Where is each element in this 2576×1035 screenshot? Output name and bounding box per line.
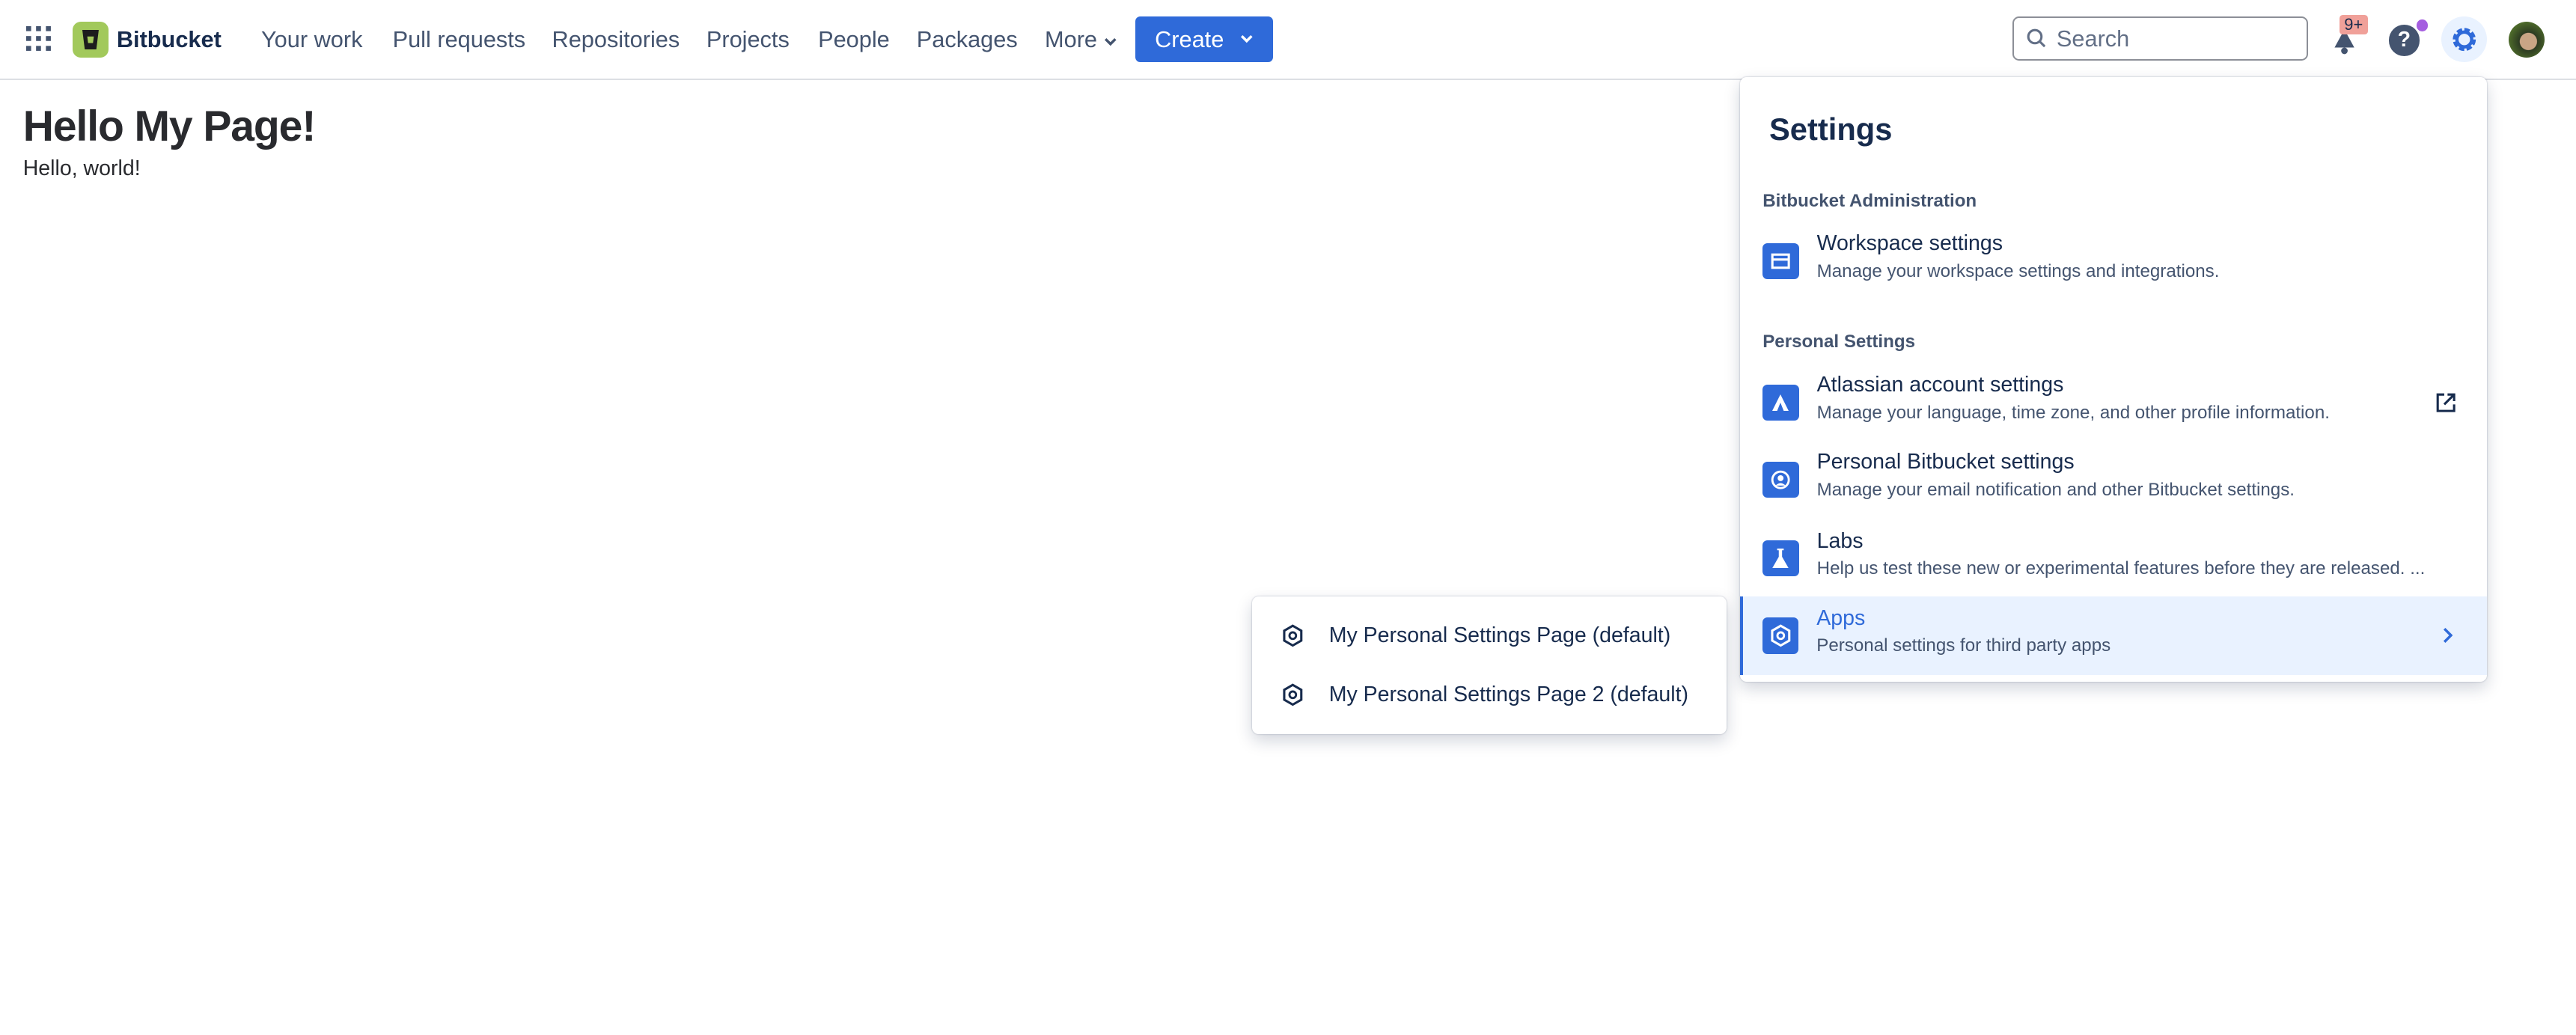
nav-your-work[interactable]: Your work [261, 26, 362, 53]
help-icon[interactable]: ? [2389, 25, 2420, 56]
settings-item-workspace[interactable]: Workspace settings Manage your workspace… [1740, 222, 2488, 300]
item-title: Atlassian account settings [1817, 373, 2064, 397]
item-title: Personal Bitbucket settings [1817, 450, 2075, 474]
atlassian-logo-icon [1762, 385, 1798, 421]
search-placeholder: Search [2057, 25, 2129, 52]
chevron-down-icon [1104, 37, 1117, 47]
item-description: Manage your email notification and other… [1817, 480, 2295, 501]
nav-people[interactable]: People [818, 26, 890, 53]
create-label: Create [1155, 26, 1224, 53]
bitbucket-logo-icon[interactable] [73, 22, 109, 58]
submenu-item-personal-settings-page[interactable]: My Personal Settings Page (default) [1252, 606, 1727, 665]
submenu-item-label: My Personal Settings Page 2 (default) [1329, 683, 1688, 707]
item-title: Labs [1817, 529, 1864, 554]
page-title: Hello My Page! [23, 102, 316, 151]
nav-pull-requests[interactable]: Pull requests [393, 26, 526, 53]
item-description: Manage your language, time zone, and oth… [1817, 403, 2330, 424]
help-dot-indicator [2417, 19, 2428, 31]
app-hexagon-icon [1281, 683, 1304, 706]
chevron-right-icon [2443, 627, 2453, 644]
chevron-down-icon [1240, 34, 1254, 44]
section-heading-admin: Bitbucket Administration [1762, 191, 1977, 212]
section-heading-personal: Personal Settings [1762, 332, 1915, 352]
item-title: Apps [1816, 606, 1865, 631]
submenu-item-personal-settings-page-2[interactable]: My Personal Settings Page 2 (default) [1252, 665, 1727, 724]
settings-item-apps[interactable]: Apps Personal settings for third party a… [1740, 596, 2488, 675]
nav-projects[interactable]: Projects [706, 26, 790, 53]
settings-item-personal-bitbucket[interactable]: Personal Bitbucket settings Manage your … [1740, 440, 2488, 519]
settings-title: Settings [1769, 112, 1892, 147]
apps-submenu: My Personal Settings Page (default) My P… [1252, 596, 1727, 734]
item-title: Workspace settings [1817, 231, 2003, 256]
gear-icon [2450, 25, 2479, 55]
nav-more[interactable]: More [1045, 26, 1117, 53]
item-description: Manage your workspace settings and integ… [1817, 261, 2220, 282]
submenu-item-label: My Personal Settings Page (default) [1329, 623, 1671, 648]
search-icon [2027, 28, 2046, 48]
browser-window-icon [1762, 243, 1798, 279]
settings-item-atlassian-account[interactable]: Atlassian account settings Manage your l… [1740, 363, 2488, 442]
flask-icon [1762, 540, 1798, 576]
nav-packages[interactable]: Packages [917, 26, 1018, 53]
person-circle-icon [1762, 462, 1798, 498]
top-nav: Bitbucket Your work Pull requests Reposi… [0, 0, 2576, 80]
external-link-icon [2436, 393, 2456, 412]
product-name[interactable]: Bitbucket [117, 26, 222, 53]
page-body-text: Hello, world! [23, 156, 141, 181]
app-hexagon-icon [1762, 617, 1798, 653]
app-hexagon-icon [1281, 624, 1304, 647]
item-description: Personal settings for third party apps [1816, 635, 2110, 656]
user-avatar[interactable] [2509, 22, 2545, 58]
create-button[interactable]: Create [1135, 16, 1273, 62]
settings-item-labs[interactable]: Labs Help us test these new or experimen… [1740, 519, 2488, 598]
search-input[interactable]: Search [2012, 16, 2308, 61]
notification-badge: 9+ [2340, 15, 2368, 34]
nav-more-label: More [1045, 26, 1097, 52]
settings-panel: Settings Bitbucket Administration Worksp… [1740, 77, 2488, 682]
app-switcher-icon[interactable] [26, 26, 51, 51]
item-description: Help us test these new or experimental f… [1817, 558, 2426, 579]
nav-repositories[interactable]: Repositories [552, 26, 680, 53]
settings-gear-button[interactable] [2441, 16, 2487, 62]
